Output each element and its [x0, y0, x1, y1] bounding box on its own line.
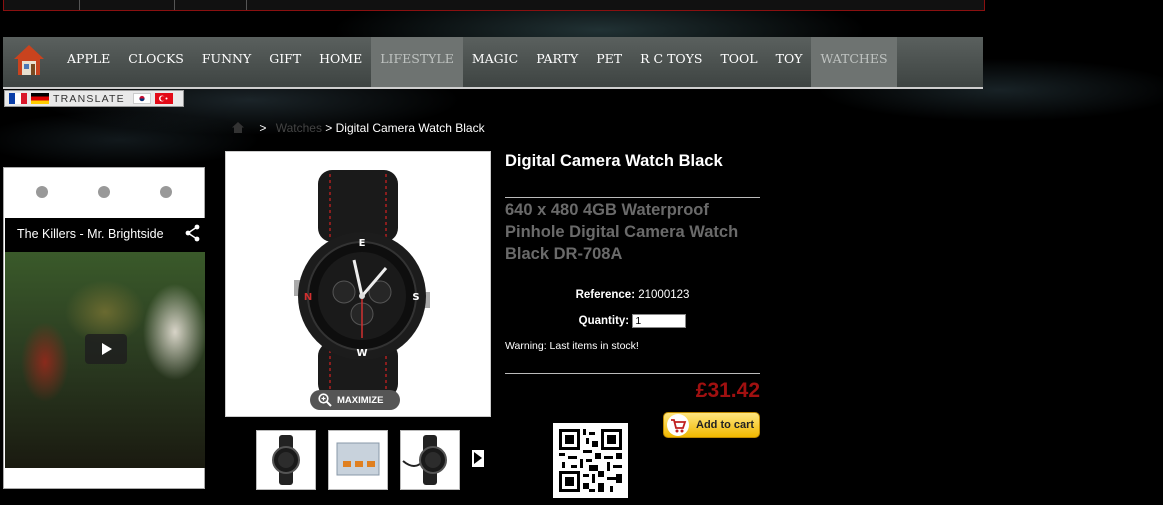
nav-item-gift[interactable]: GIFT — [260, 37, 310, 87]
top-bar-segment[interactable] — [79, 0, 175, 10]
quantity-label: Quantity: — [578, 315, 630, 328]
nav-item-apple[interactable]: APPLE — [58, 37, 119, 87]
translate-bar[interactable]: TRANSLATE — [4, 90, 184, 107]
turkey-flag-icon[interactable] — [154, 93, 173, 104]
watch-thumbnail-image — [272, 435, 300, 485]
carousel-dot[interactable] — [36, 186, 48, 198]
nav-item-party[interactable]: PARTY — [527, 37, 587, 87]
product-price: £31.42 — [695, 379, 760, 402]
video-player[interactable]: The Killers - Mr. Brightside — [5, 218, 205, 468]
qr-code — [553, 423, 628, 498]
quantity-row: Quantity: — [505, 314, 760, 328]
product-main-image[interactable]: E W S N MAXIMIZE — [225, 151, 491, 417]
maximize-label: MAXIMIZE — [337, 394, 384, 406]
add-to-cart-button[interactable]: Add to cart — [663, 412, 760, 438]
nav-item-toy[interactable]: TOY — [767, 37, 812, 87]
maximize-button[interactable]: MAXIMIZE — [310, 390, 400, 410]
nav-item-watches[interactable]: WATCHES — [811, 37, 897, 87]
nav-item-rc-toys[interactable]: R C TOYS — [631, 37, 711, 87]
product-thumbnail[interactable] — [256, 430, 316, 490]
nav-item-clocks[interactable]: CLOCKS — [119, 37, 193, 87]
top-bar-segment[interactable] — [174, 0, 247, 10]
carousel-dot[interactable] — [160, 186, 172, 198]
divider — [505, 197, 760, 198]
svg-text:E: E — [359, 238, 366, 249]
watch-image: E W S N — [294, 170, 430, 398]
breadcrumb-current: > Digital Camera Watch Black — [325, 121, 485, 135]
nav-item-pet[interactable]: PET — [587, 37, 631, 87]
product-description: 640 x 480 4GB Waterproof Pinhole Digital… — [505, 201, 739, 263]
stock-warning: Warning: Last items in stock! — [505, 340, 639, 352]
france-flag-icon[interactable] — [9, 93, 27, 104]
reference-value: 21000123 — [638, 289, 690, 301]
germany-flag-icon[interactable] — [31, 93, 49, 104]
zoom-icon — [318, 393, 332, 407]
translate-label[interactable]: TRANSLATE — [53, 93, 125, 105]
play-button[interactable] — [85, 334, 127, 364]
nav-menu: APPLE CLOCKS FUNNY GIFT HOME LIFESTYLE M… — [58, 37, 897, 87]
quantity-input[interactable] — [632, 314, 687, 328]
home-icon[interactable] — [232, 122, 244, 133]
main-nav: APPLE CLOCKS FUNNY GIFT HOME LIFESTYLE M… — [3, 37, 983, 89]
video-widget: The Killers - Mr. Brightside — [3, 167, 205, 489]
home-icon[interactable] — [13, 43, 45, 77]
korea-flag-icon[interactable] — [132, 93, 151, 104]
watch-cable-thumbnail-image — [402, 435, 447, 485]
breadcrumb-link-watches[interactable]: Watches — [276, 121, 322, 135]
video-title[interactable]: The Killers - Mr. Brightside — [17, 227, 164, 241]
svg-text:N: N — [304, 292, 312, 303]
add-to-cart-label: Add to cart — [696, 419, 755, 431]
nav-item-magic[interactable]: MAGIC — [463, 37, 527, 87]
share-icon[interactable] — [185, 224, 201, 247]
breadcrumb: > Watches > Digital Camera Watch Black — [232, 121, 485, 135]
product-thumbnail[interactable] — [328, 430, 388, 490]
nav-item-funny[interactable]: FUNNY — [193, 37, 260, 87]
carousel-dot[interactable] — [98, 186, 110, 198]
product-reference: Reference: 21000123 — [505, 289, 760, 301]
product-title: Digital Camera Watch Black — [505, 152, 723, 170]
nav-item-tool[interactable]: TOOL — [711, 37, 766, 87]
thumbnail-next-arrow-icon[interactable] — [472, 450, 484, 467]
nav-item-home[interactable]: HOME — [310, 37, 371, 87]
reference-label: Reference: — [575, 289, 636, 301]
top-bar — [3, 0, 985, 11]
divider — [505, 373, 760, 374]
top-bar-segment[interactable] — [4, 0, 80, 10]
cart-icon — [667, 414, 689, 436]
svg-text:W: W — [356, 348, 367, 359]
box-thumbnail-image — [336, 442, 380, 476]
breadcrumb-separator: > — [259, 121, 267, 135]
nav-item-lifestyle[interactable]: LIFESTYLE — [371, 37, 463, 87]
svg-text:S: S — [412, 292, 419, 303]
product-thumbnail[interactable] — [400, 430, 460, 490]
